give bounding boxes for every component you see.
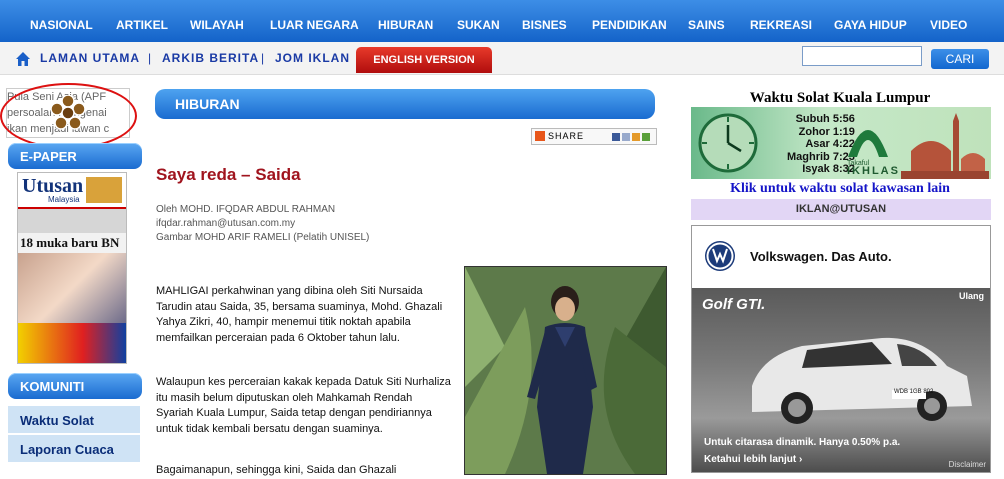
nav-gaya-hidup[interactable]: GAYA HIDUP [834,0,907,42]
separator: | [261,51,265,65]
article-photo [464,266,667,475]
search-button[interactable]: CARI [931,49,989,69]
ad-brand-line: Volkswagen. Das Auto. [750,249,892,264]
ikhlas-logo [848,130,888,157]
waktu-solat-kawasan-link[interactable]: Klik untuk waktu solat kawasan lain [690,181,990,197]
photo-strip [18,209,126,233]
arkib-berita-link[interactable]: ARKIB BERITA [162,51,259,65]
ad-disclaimer-link[interactable]: Disclaimer [949,460,986,469]
nav-video[interactable]: VIDEO [930,0,967,42]
share-label: SHARE [548,131,585,141]
nav-hiburan[interactable]: HIBURAN [378,0,433,42]
ikhlas-brand: IKHLAS [847,165,900,177]
waktu-solat-link[interactable]: Waktu Solat [8,405,140,433]
car-illustration [752,337,972,424]
nav-luar-negara[interactable]: LUAR NEGARA [270,0,359,42]
volkswagen-ad[interactable]: Volkswagen. Das Auto. Golf GTI. Ulang WD… [691,225,991,473]
ad-header: Volkswagen. Das Auto. [692,226,990,288]
cover-photo [18,253,126,323]
nav-pendidikan[interactable]: PENDIDIKAN [592,0,667,42]
mosque-icon [901,113,989,179]
byline-photographer: Gambar MOHD ARIF RAMELI (Pelatih UNISEL) [156,232,370,243]
annotation-circle [0,83,137,149]
byline-author: Oleh MOHD. IFQDAR ABDUL RAHMAN [156,204,336,215]
byline-email[interactable]: ifqdar.rahman@utusan.com.my [156,217,369,231]
nav-wilayah[interactable]: WILAYAH [190,0,244,42]
ad-cta-link[interactable]: Ketahui lebih lanjut › [704,454,802,465]
share-plus-icon [535,131,545,141]
cover-ad [18,323,126,363]
nav-nasional[interactable]: NASIONAL [30,0,93,42]
jom-iklan-link[interactable]: JOM IKLAN [275,51,350,65]
epaper-header[interactable]: E-PAPER [8,143,142,169]
article-paragraph: Bagaimanapun, sehingga kini, Saida dan G… [156,464,397,476]
ad-model: Golf GTI. [702,296,766,313]
vw-logo-icon [705,241,735,271]
masthead-photo [86,177,122,203]
photo-illustration [465,267,666,474]
iklan-header: IKLAN@UTUSAN [691,199,991,220]
social-icons [612,131,652,141]
nav-artikel[interactable]: ARTIKEL [116,0,168,42]
nav-bisnes[interactable]: BISNES [522,0,567,42]
separator: | [148,51,152,65]
komuniti-header[interactable]: KOMUNITI [8,373,142,399]
nav-sukan[interactable]: SUKAN [457,0,500,42]
section-header: HIBURAN [155,89,655,119]
laporan-cuaca-link[interactable]: Laporan Cuaca [8,434,140,462]
laman-utama-link[interactable]: LAMAN UTAMA [40,51,140,65]
paper-masthead: Utusan Malaysia [18,173,126,209]
waktu-solat-widget[interactable]: Subuh 5:56 Zohor 1:19 Asar 4:22 Maghrib … [691,107,991,179]
article-paragraph: Walaupun kes perceraian kakak kepada Dat… [156,376,451,436]
share-button[interactable]: SHARE [531,128,657,145]
ad-line-1: Untuk citarasa dinamik. Hanya 0.50% p.a. [704,437,901,448]
article-paragraph: MAHLIGAI perkahwinan yang dibina oleh Si… [156,285,443,345]
waktu-solat-title: Waktu Solat Kuala Lumpur [749,90,931,106]
ad-image: Golf GTI. Ulang WDB 1GB 802 Untuk citara… [692,288,990,472]
article-byline: Oleh MOHD. IFQDAR ABDUL RAHMAN ifqdar.ra… [156,203,369,245]
ad-replay-button[interactable]: Ulang [959,291,984,301]
nav-sains[interactable]: SAINS [688,0,725,42]
nav-rekreasi[interactable]: REKREASI [750,0,812,42]
home-icon[interactable] [15,51,31,67]
paper-headline: 18 muka baru BN [20,235,120,250]
english-version-tab[interactable]: ENGLISH VERSION [356,47,492,73]
time-isyak: Isyak 8:32 [802,163,855,175]
article-title: Saya reda – Saida [156,165,301,184]
epaper-thumbnail[interactable]: Utusan Malaysia 18 muka baru BN [17,172,127,364]
search-input[interactable] [802,46,922,66]
clock-icon [698,113,758,173]
ad-plate: WDB 1GB 802 [894,389,934,395]
main-nav: NASIONAL ARTIKEL WILAYAH LUAR NEGARA HIB… [0,0,1004,42]
paper-subname: Malaysia [48,195,80,204]
